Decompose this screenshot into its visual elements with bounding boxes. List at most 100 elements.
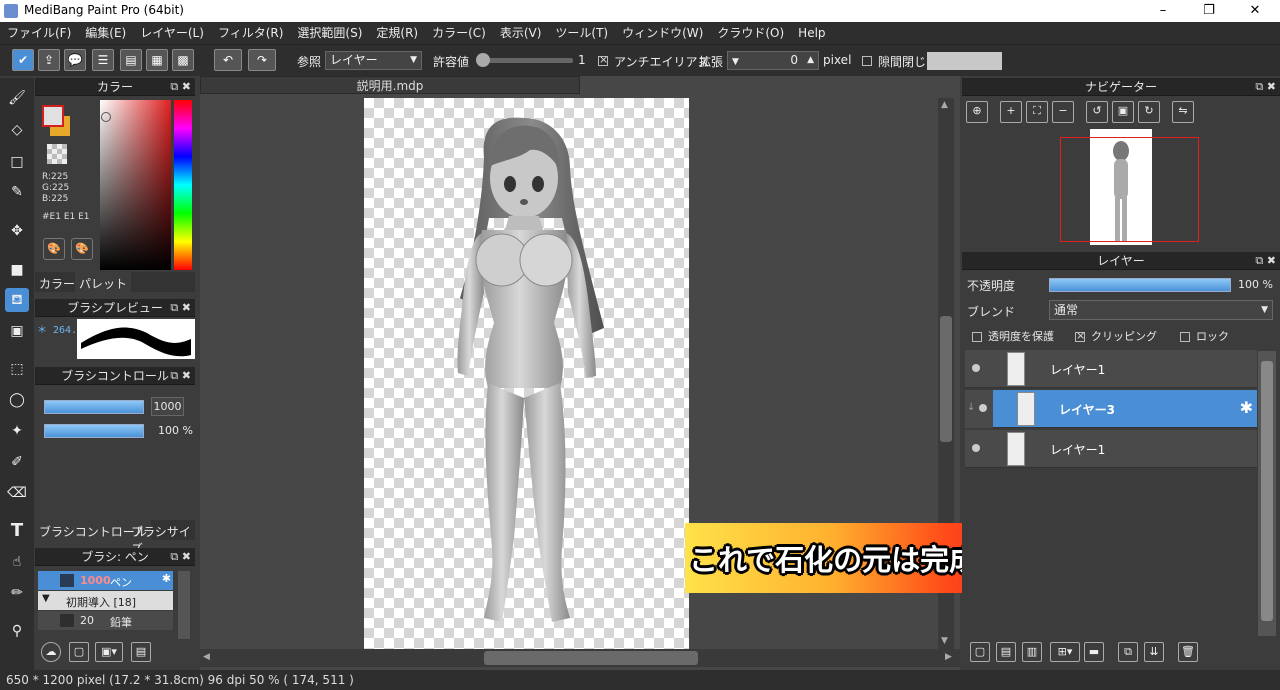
expand-spinner[interactable]: ▼ 0 ▲ [727, 51, 819, 70]
dot-brush-icon[interactable]: ✎ [5, 180, 29, 204]
scroll-right-icon[interactable]: ▶ [945, 652, 952, 662]
hue-slider[interactable] [174, 100, 192, 270]
canvas-horizontal-scrollbar[interactable]: ◀ ▶ [200, 649, 960, 667]
antialias-checkbox[interactable] [598, 53, 608, 67]
redo-icon[interactable]: ↷ [248, 49, 276, 71]
document-tab[interactable]: 説明用.mdp [200, 76, 580, 94]
brush-opacity-bar[interactable] [44, 424, 144, 438]
palette-icon[interactable]: 🎨 [43, 238, 65, 260]
layers-scroll-thumb[interactable] [1261, 361, 1273, 621]
gap-close-slider[interactable] [927, 52, 1002, 70]
scroll-up-icon[interactable]: ▲ [941, 100, 948, 110]
scroll-left-icon[interactable]: ◀ [203, 652, 210, 662]
gradient-tool-icon[interactable]: ▣ [5, 319, 29, 343]
menu-cloud[interactable]: クラウド(O) [710, 22, 791, 44]
folder-icon[interactable]: ▬ [1084, 642, 1104, 662]
restore-button[interactable]: ❐ [1186, 0, 1232, 22]
menu-edit[interactable]: 編集(E) [78, 22, 133, 44]
layers-scrollbar[interactable] [1258, 351, 1276, 636]
panel-close-icon[interactable]: ⧉ ✖ [170, 367, 191, 385]
fit-screen-icon[interactable]: ⛶ [1026, 101, 1048, 123]
brush-size-value[interactable]: 1000 [151, 397, 184, 416]
zoom-fit-icon[interactable]: ⊕ [966, 101, 988, 123]
lock-checkbox[interactable] [1180, 330, 1190, 343]
menu-filter[interactable]: フィルタ(R) [211, 22, 290, 44]
layer-opacity-bar[interactable] [1049, 278, 1231, 292]
move-tool-icon[interactable]: ✥ [5, 219, 29, 243]
grid-icon[interactable]: ▩ [172, 49, 194, 71]
tab-palette[interactable]: パレット [75, 272, 132, 292]
color-picker-cursor[interactable] [101, 112, 111, 122]
flip-horizontal-icon[interactable]: ⇋ [1172, 101, 1194, 123]
menu-selection[interactable]: 選択範囲(S) [290, 22, 369, 44]
menu-file[interactable]: ファイル(F) [0, 22, 78, 44]
select-eraser-icon[interactable]: ⌫ [5, 481, 29, 505]
hand-tool-icon[interactable]: ☝ [5, 550, 29, 574]
document-icon[interactable]: ▤ [120, 49, 142, 71]
shape-tool-icon[interactable]: □ [5, 150, 29, 174]
new-layer-icon[interactable]: ▢ [970, 642, 990, 662]
rect-select-icon[interactable]: ⬚ [5, 357, 29, 381]
brush-item-pen[interactable]: 1000 ペン ✱ [38, 571, 173, 590]
brush-tool-icon[interactable]: 🖌 [5, 86, 29, 110]
minimize-button[interactable]: – [1140, 0, 1186, 22]
gear-icon[interactable]: ✱ [1240, 398, 1253, 417]
brush-item-pencil[interactable]: 20 鉛筆 [38, 611, 173, 630]
brush-properties-icon[interactable]: ▤ [131, 642, 151, 662]
palette-add-icon[interactable]: 🎨 [71, 238, 93, 260]
panel-icon[interactable]: ▦ [146, 49, 168, 71]
horizontal-scroll-thumb[interactable] [484, 651, 698, 665]
menu-layer[interactable]: レイヤー(L) [133, 22, 211, 44]
delete-layer-icon[interactable]: 🗑 [1178, 642, 1198, 662]
gear-icon[interactable]: ✱ [162, 572, 171, 585]
rotate-left-icon[interactable]: ↺ [1086, 101, 1108, 123]
zoom-out-icon[interactable]: − [1052, 101, 1074, 123]
scroll-down-icon[interactable]: ▼ [941, 636, 948, 646]
layer-row[interactable]: レイヤー3 ✱ [976, 390, 1257, 428]
new-8bit-layer-icon[interactable]: ▥ [1022, 642, 1042, 662]
new-halftone-layer-icon[interactable]: ▤ [996, 642, 1016, 662]
gap-close-checkbox[interactable] [862, 54, 872, 67]
panel-close-icon[interactable]: ⧉ ✖ [1255, 78, 1276, 96]
new-brush-icon[interactable]: ▢ [69, 642, 89, 662]
magic-wand-icon[interactable]: ✦ [5, 419, 29, 443]
text-tool-icon[interactable]: T [5, 519, 29, 543]
menu-window[interactable]: ウィンドウ(W) [615, 22, 710, 44]
edit-tool-icon[interactable]: ⚲ [5, 619, 29, 643]
saturation-value-picker[interactable] [100, 100, 171, 270]
duplicate-layer-icon[interactable]: ⧉ [1118, 642, 1138, 662]
brush-size-bar[interactable] [44, 400, 144, 414]
lasso-select-icon[interactable]: ◯ [5, 388, 29, 412]
visibility-icon[interactable] [979, 404, 987, 412]
vertical-scroll-thumb[interactable] [940, 316, 952, 442]
layer-row[interactable]: レイヤー1 [965, 430, 1257, 468]
cloud-download-icon[interactable]: ☁ [41, 642, 61, 662]
protect-alpha-checkbox[interactable] [972, 330, 982, 343]
menu-help[interactable]: Help [791, 22, 832, 44]
add-layer-menu-icon[interactable]: ⊞▾ [1050, 642, 1080, 662]
zoom-in-icon[interactable]: + [1000, 101, 1022, 123]
eyedropper-icon[interactable]: ✏ [5, 581, 29, 605]
visibility-icon[interactable] [972, 364, 980, 372]
panel-close-icon[interactable]: ⧉ ✖ [170, 299, 191, 317]
select-pen-icon[interactable]: ✐ [5, 450, 29, 474]
foreground-color-swatch[interactable] [42, 105, 64, 127]
rotate-right-icon[interactable]: ↻ [1138, 101, 1160, 123]
menu-view[interactable]: 表示(V) [493, 22, 549, 44]
fill-rect-icon[interactable]: ■ [5, 258, 29, 282]
blend-select[interactable]: 通常 ▼ [1049, 300, 1273, 320]
speech-bubble-icon[interactable]: 💬 [64, 49, 86, 71]
merge-down-icon[interactable]: ⇊ [1144, 642, 1164, 662]
tolerance-slider[interactable] [478, 58, 573, 63]
menu-tool[interactable]: ツール(T) [548, 22, 615, 44]
menu-color[interactable]: カラー(C) [425, 22, 493, 44]
close-button[interactable]: ✕ [1232, 0, 1278, 22]
layer-row[interactable]: レイヤー1 [965, 350, 1257, 388]
brush-group-default[interactable]: ▼ 初期導入 [18] [38, 591, 173, 610]
eraser-tool-icon[interactable]: ◇ [5, 118, 29, 142]
brush-list-scrollbar[interactable] [178, 571, 190, 639]
transparent-color-swatch[interactable] [47, 144, 67, 164]
tab-color[interactable]: カラー [39, 275, 75, 292]
canvas-paper[interactable] [364, 98, 689, 649]
panel-close-icon[interactable]: ⧉ ✖ [170, 78, 191, 96]
